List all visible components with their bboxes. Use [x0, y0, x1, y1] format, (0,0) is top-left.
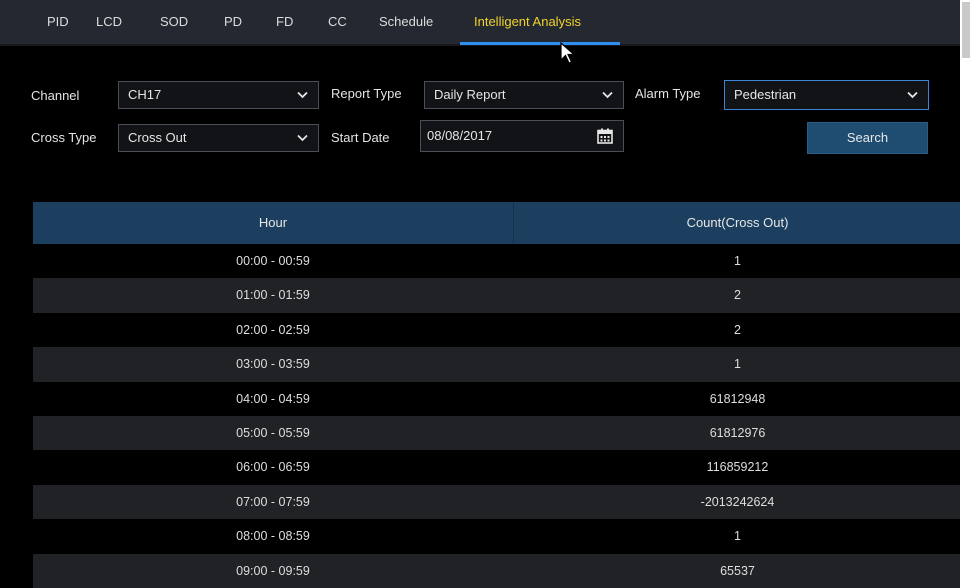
count-cell: 2	[734, 322, 741, 337]
table-row: 05:00 - 05:59 61812976	[33, 415, 961, 451]
column-header-count: Count(Cross Out)	[686, 215, 789, 230]
hour-cell: 06:00 - 06:59	[236, 460, 310, 475]
tab-cc[interactable]: CC	[328, 0, 347, 44]
hour-cell: 03:00 - 03:59	[236, 357, 310, 372]
cross-type-select[interactable]: Cross Out	[118, 124, 319, 152]
hour-cell: 05:00 - 05:59	[236, 425, 310, 440]
channel-select[interactable]: CH17	[118, 81, 319, 109]
search-button[interactable]: Search	[807, 122, 928, 154]
tab-schedule[interactable]: Schedule	[379, 0, 433, 44]
table-row: 03:00 - 03:59 1	[33, 347, 961, 382]
table-row: 06:00 - 06:59 116859212	[33, 450, 961, 484]
tab-pd[interactable]: PD	[224, 0, 242, 44]
calendar-icon[interactable]	[597, 128, 613, 144]
hour-cell: 01:00 - 01:59	[236, 288, 310, 303]
alarm-type-select[interactable]: Pedestrian	[724, 80, 929, 110]
report-type-select[interactable]: Daily Report	[424, 81, 624, 109]
hour-cell: 08:00 - 08:59	[236, 529, 310, 544]
report-type-value: Daily Report	[434, 87, 506, 102]
table-body: 00:00 - 00:59 1 01:00 - 01:59 2 02:00 - …	[33, 244, 961, 588]
count-cell: 61812976	[709, 425, 766, 440]
start-date-field[interactable]: 08/08/2017	[420, 120, 624, 152]
channel-value: CH17	[128, 87, 162, 102]
start-date-label: Start Date	[331, 130, 390, 145]
hour-cell: 00:00 - 00:59	[236, 254, 310, 268]
chevron-down-icon	[297, 91, 308, 99]
chevron-down-icon	[297, 134, 308, 142]
tab-fd[interactable]: FD	[276, 0, 293, 44]
chevron-down-icon	[907, 91, 918, 99]
table-row: 00:00 - 00:59 1	[33, 244, 961, 278]
count-cell: 1	[734, 254, 741, 268]
cross-type-value: Cross Out	[128, 130, 187, 145]
active-tab-underline	[460, 42, 620, 45]
tab-intelligent-analysis[interactable]: Intelligent Analysis	[474, 0, 581, 44]
hour-cell: 07:00 - 07:59	[236, 494, 310, 509]
cross-type-label: Cross Type	[31, 130, 97, 145]
mouse-cursor-icon	[560, 42, 576, 64]
count-cell: -2013242624	[700, 494, 775, 509]
column-header-hour: Hour	[33, 202, 514, 244]
window-scrollbar[interactable]	[960, 0, 973, 588]
count-cell: 116859212	[706, 460, 769, 475]
hour-cell: 09:00 - 09:59	[236, 563, 310, 578]
count-cell: 2	[734, 288, 741, 303]
tab-sod[interactable]: SOD	[160, 0, 188, 44]
table-row: 08:00 - 08:59 1	[33, 519, 961, 553]
count-cell: 65537	[720, 563, 755, 578]
table-row: 04:00 - 04:59 61812948	[33, 382, 961, 416]
table-row: 09:00 - 09:59 65537	[33, 553, 961, 588]
start-date-value: 08/08/2017	[427, 128, 493, 143]
table-row: 01:00 - 01:59 2	[33, 278, 961, 313]
channel-label: Channel	[31, 88, 80, 103]
hour-cell: 02:00 - 02:59	[236, 322, 310, 337]
table-row: 02:00 - 02:59 2	[33, 313, 961, 347]
tab-lcd[interactable]: LCD	[96, 0, 122, 44]
chevron-down-icon	[602, 91, 613, 99]
scrollbar-thumb[interactable]	[962, 2, 970, 58]
report-type-label: Report Type	[331, 86, 402, 101]
alarm-type-value: Pedestrian	[734, 87, 797, 102]
table-row: 07:00 - 07:59 -2013242624	[33, 484, 961, 520]
count-cell: 1	[734, 357, 741, 372]
tab-bar: PID LCD SOD PD FD CC Schedule Intelligen…	[0, 0, 960, 46]
hour-cell: 04:00 - 04:59	[236, 391, 310, 406]
count-cell: 1	[734, 529, 741, 544]
count-cell: 61812948	[709, 391, 766, 406]
tab-pid[interactable]: PID	[47, 0, 69, 44]
intelligent-analysis-panel: PID LCD SOD PD FD CC Schedule Intelligen…	[0, 0, 961, 588]
alarm-type-label: Alarm Type	[635, 86, 701, 101]
table-header: Hour Count(Cross Out)	[33, 202, 961, 244]
